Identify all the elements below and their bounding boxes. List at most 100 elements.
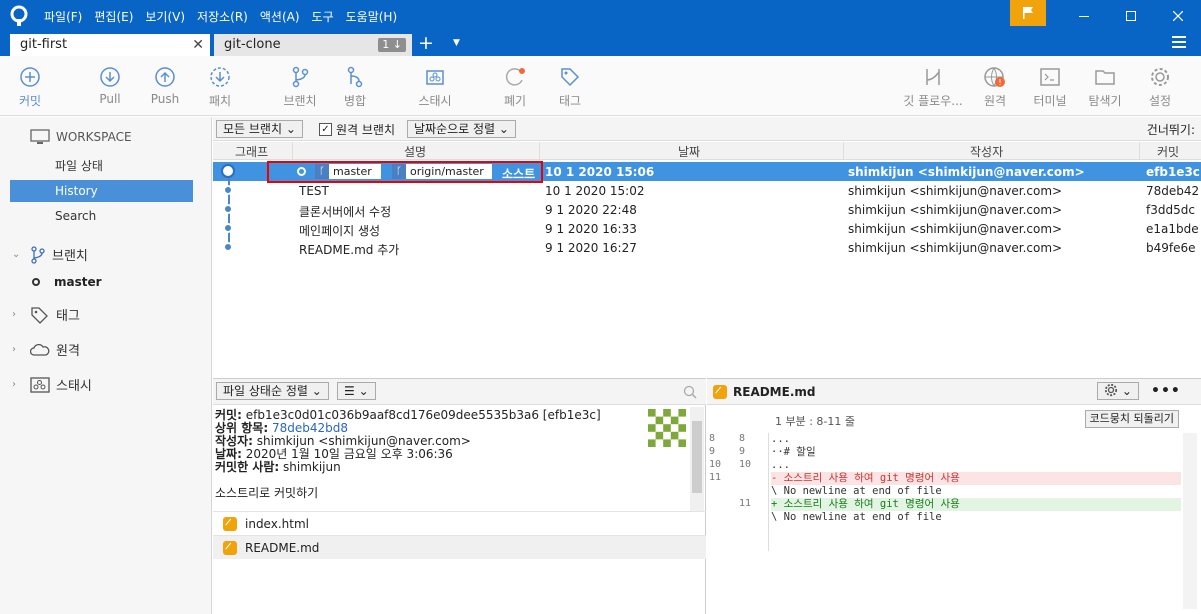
- branch-button[interactable]: 브랜치: [270, 66, 330, 109]
- sidebar-group-tags[interactable]: › 태그: [12, 305, 80, 324]
- commit-row[interactable]: 메인페이지 생성 9 1 2020 16:33 shimkijun <shimk…: [213, 219, 1201, 238]
- branches-label: 브랜치: [52, 249, 88, 264]
- column-divider[interactable]: [292, 142, 293, 160]
- branch-item-master[interactable]: master: [32, 275, 102, 289]
- diff-panel: README.md ⌄ ••• 1 부분 : 8-11 줄 코드뭉치 되돌리기 …: [707, 378, 1201, 614]
- menu-help[interactable]: 도움말(H): [346, 8, 398, 25]
- maximize-button[interactable]: [1108, 0, 1154, 32]
- column-author[interactable]: 작성자: [970, 143, 1003, 160]
- scrollbar-thumb[interactable]: [692, 421, 702, 493]
- new-line-number: 10: [739, 459, 752, 470]
- menu-tools[interactable]: 도구: [312, 8, 334, 25]
- history-column-headers: 그래프 설명 날짜 작성자 커밋: [213, 142, 1201, 160]
- file-sort-dropdown[interactable]: 파일 상태순 정렬 ⌄: [216, 382, 329, 400]
- merge-button[interactable]: 병합: [325, 66, 385, 109]
- view-mode-dropdown[interactable]: ☰ ⌄: [337, 382, 376, 400]
- explorer-button[interactable]: 탐색기: [1075, 66, 1135, 109]
- branch-filter-dropdown[interactable]: 모든 브랜치 ⌄: [216, 120, 303, 138]
- remote-button[interactable]: ! 원격: [965, 66, 1025, 109]
- pull-icon: [100, 67, 120, 87]
- commit-button[interactable]: 커밋: [0, 66, 60, 109]
- discard-button[interactable]: 폐기: [485, 66, 545, 109]
- main-toolbar: 커밋 Pull Push 패치 브랜치 병합 스태시 폐기 태그 깃 플로우..…: [0, 56, 1201, 116]
- file-name: index.html: [245, 517, 309, 531]
- push-icon: [155, 67, 175, 87]
- tag-button[interactable]: 태그: [540, 66, 600, 109]
- old-line-number: 8: [709, 433, 716, 444]
- minimize-button[interactable]: [1061, 0, 1107, 32]
- commit-icon: [20, 67, 40, 87]
- settings-button[interactable]: 설정: [1130, 66, 1190, 109]
- commit-info: 커밋: efb1e3c0d01c036b9aaf8cd176e09dee5535…: [215, 409, 685, 500]
- terminal-button[interactable]: 터미널: [1020, 66, 1080, 109]
- commit-row[interactable]: README.md 추가 9 1 2020 16:27 shimkijun <s…: [213, 238, 1201, 257]
- new-tab-button[interactable]: +: [418, 33, 434, 53]
- highlight-box: [267, 161, 543, 183]
- column-divider[interactable]: [539, 142, 540, 160]
- more-options-icon[interactable]: •••: [1151, 383, 1181, 399]
- commit-description: README.md 추가: [299, 243, 400, 257]
- settings-label: 설정: [1148, 94, 1172, 108]
- sourcetree-logo-icon: [10, 5, 28, 26]
- diff-options-dropdown[interactable]: ⌄: [1097, 382, 1139, 400]
- hamburger-menu-icon[interactable]: [1172, 36, 1186, 48]
- terminal-icon: [1040, 68, 1060, 86]
- revert-hunk-button[interactable]: 코드뭉치 되돌리기: [1084, 410, 1179, 428]
- commit-author: shimkijun <shimkijun@naver.com>: [848, 165, 1085, 179]
- hunk-header: 1 부분 : 8-11 줄 코드뭉치 되돌리기: [775, 407, 1185, 431]
- terminal-label: 터미널: [1033, 94, 1067, 108]
- menu-file[interactable]: 파일(F): [44, 8, 82, 25]
- merge-icon: [347, 66, 363, 88]
- flag-button[interactable]: [1010, 0, 1046, 26]
- sidebar-group-stashes[interactable]: › 스태시: [12, 375, 92, 394]
- column-divider[interactable]: [1139, 142, 1140, 160]
- fetch-label: 패치: [208, 94, 232, 108]
- commit-row[interactable]: TEST 10 1 2020 15:02 shimkijun <shimkiju…: [213, 181, 1201, 200]
- chevron-down-icon: ⌄: [12, 249, 21, 260]
- column-divider[interactable]: [843, 142, 844, 160]
- maximize-icon: [1126, 11, 1136, 21]
- close-button[interactable]: [1155, 0, 1201, 32]
- tab-git-first[interactable]: git-first ✕: [10, 34, 210, 56]
- sidebar-group-remotes[interactable]: › 원격: [12, 340, 80, 359]
- parent-commit-link[interactable]: 78deb42bd8: [272, 421, 348, 435]
- gitflow-button[interactable]: 깃 플로우...: [898, 66, 968, 109]
- committer-label: 커밋한 사람:: [215, 460, 280, 474]
- push-label: Push: [150, 92, 180, 106]
- tab-list-dropdown-icon[interactable]: ▼: [453, 38, 460, 48]
- sort-order-dropdown[interactable]: 날짜순으로 정렬 ⌄: [407, 120, 516, 138]
- column-description[interactable]: 설명: [404, 143, 426, 160]
- pending-count-badge: 1 ↓: [378, 38, 406, 52]
- tab-label: git-clone: [224, 37, 281, 52]
- menu-repository[interactable]: 저장소(R): [197, 8, 248, 25]
- explorer-label: 탐색기: [1088, 94, 1122, 108]
- diff-line: ...: [771, 459, 790, 471]
- pull-button[interactable]: Pull: [80, 66, 140, 106]
- diff-line: \ No newline at end of file: [771, 511, 942, 523]
- diff-scrollbar[interactable]: [1183, 433, 1197, 609]
- sidebar-item-history[interactable]: History: [10, 180, 193, 202]
- menu-edit[interactable]: 편집(E): [94, 8, 133, 25]
- stash-button[interactable]: 스태시: [405, 66, 465, 109]
- close-tab-icon[interactable]: ✕: [192, 34, 204, 56]
- column-commit[interactable]: 커밋: [1157, 143, 1179, 160]
- remote-branches-checkbox[interactable]: ✓ 원격 브랜치: [319, 121, 395, 138]
- sidebar-group-branches[interactable]: ⌄ 브랜치: [12, 245, 88, 264]
- menu-actions[interactable]: 액션(A): [260, 8, 300, 25]
- changed-file-item[interactable]: index.html: [213, 511, 706, 535]
- search-icon[interactable]: [683, 385, 697, 399]
- menu-view[interactable]: 보기(V): [145, 8, 185, 25]
- commit-row[interactable]: 클론서버에서 수정 9 1 2020 22:48 shimkijun <shim…: [213, 200, 1201, 219]
- tab-git-clone[interactable]: git-clone 1 ↓: [214, 34, 412, 56]
- close-icon: [1173, 11, 1183, 21]
- sidebar-item-search[interactable]: Search: [10, 205, 193, 227]
- details-scrollbar[interactable]: [690, 407, 704, 511]
- push-button[interactable]: Push: [135, 66, 195, 106]
- hunk-range: 1 부분 : 8-11 줄: [775, 415, 856, 428]
- column-graph[interactable]: 그래프: [235, 143, 268, 160]
- fetch-button[interactable]: 패치: [190, 66, 250, 109]
- changed-file-item[interactable]: README.md: [213, 535, 706, 559]
- sidebar-item-file-status[interactable]: 파일 상태: [10, 155, 193, 177]
- commit-date: 10 1 2020 15:02: [545, 184, 645, 198]
- column-date[interactable]: 날짜: [678, 143, 700, 160]
